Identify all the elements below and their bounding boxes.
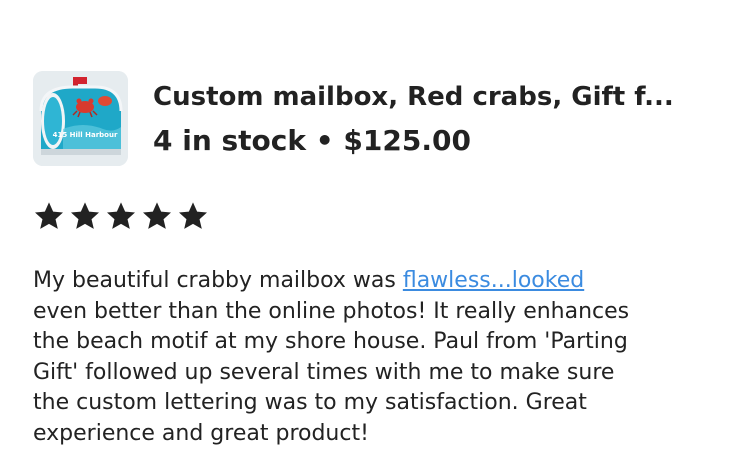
review-text: My beautiful crabby mailbox was flawless… — [33, 266, 723, 449]
review-line-2: even better than the online photos! It r… — [33, 298, 630, 324]
stock-and-price: 4 in stock • $125.00 — [153, 123, 471, 159]
star-icon — [105, 198, 137, 234]
review-line-6: experience and great product! — [33, 420, 369, 446]
star-icon — [33, 198, 65, 234]
mailbox-image: 415 Hill Harbour — [33, 71, 128, 166]
separator-dot: • — [306, 124, 344, 157]
product-summary[interactable]: 415 Hill Harbour Custom mailbox, Red cra… — [33, 71, 733, 167]
product-title[interactable]: Custom mailbox, Red crabs, Gift f... — [153, 79, 733, 115]
read-more-link[interactable]: flawless...looked — [403, 268, 584, 293]
mailbox-lettering: 415 Hill Harbour — [53, 131, 118, 139]
review-line-4: Gift' followed up several times with me … — [33, 359, 615, 385]
review-line-3: the beach motif at my shore house. Paul … — [33, 329, 628, 354]
review-line-1-text: My beautiful crabby mailbox was — [33, 268, 403, 293]
star-rating — [33, 198, 209, 238]
stock-count: 4 in stock — [153, 124, 307, 157]
price: $125.00 — [343, 124, 471, 157]
review-line-5: the custom lettering was to my satisfact… — [33, 390, 587, 415]
review-line-1: My beautiful crabby mailbox was flawless… — [33, 266, 723, 297]
star-icon — [141, 198, 173, 234]
star-icon — [69, 198, 101, 234]
product-thumbnail[interactable]: 415 Hill Harbour — [33, 71, 128, 166]
star-icon — [177, 198, 209, 234]
